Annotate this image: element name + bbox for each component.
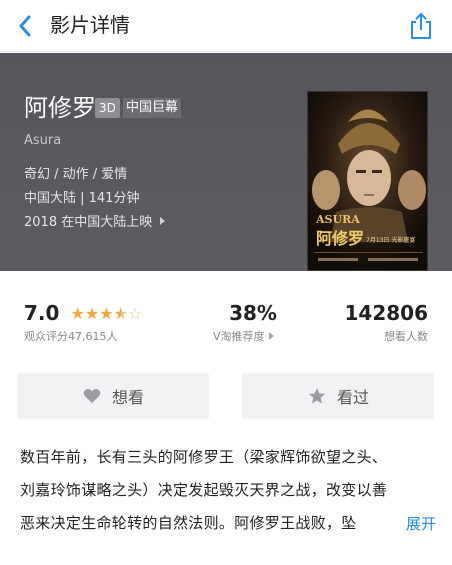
movie-header: 阿修罗 3D 中国巨幕 Asura 奇幻 / 动作 / 爱情 中国大陆 | 14… xyxy=(0,53,452,271)
want-to-watch-button[interactable]: 想看 xyxy=(17,373,209,419)
star-icon: ★ xyxy=(99,303,114,323)
want-button-label: 想看 xyxy=(111,388,144,407)
seen-button-label: 看过 xyxy=(336,388,369,407)
watched-button[interactable]: 看过 xyxy=(242,373,434,419)
star-empty-icon: ☆ xyxy=(127,303,143,323)
heart-icon xyxy=(82,386,102,406)
audience-score: 7.0 ★★★★☆ xyxy=(24,301,142,325)
recommend-link[interactable]: V淘推荐度 xyxy=(213,328,274,344)
poster-art: ASURA 阿修罗 7月13日 光影盛宴 xyxy=(308,92,427,270)
chevron-right-icon xyxy=(268,332,274,340)
score-count: 观众评分47,615人 xyxy=(24,330,118,343)
star-half-icon: ★ xyxy=(113,303,128,323)
movie-title: 阿修罗 xyxy=(24,94,96,122)
back-button[interactable] xyxy=(14,13,36,39)
nav-bar: 影片详情 xyxy=(0,0,452,52)
badge-imax: 中国巨幕 xyxy=(123,98,182,118)
poster-date: 7月13日 光影盛宴 xyxy=(366,236,415,244)
recommend-label: V淘推荐度 xyxy=(213,330,265,343)
synopsis-line: 数百年前，长有三头的阿修罗王（梁家辉饰欲望之头、 xyxy=(20,448,388,466)
movie-poster[interactable]: ASURA 阿修罗 7月13日 光影盛宴 xyxy=(307,91,428,271)
want-value: 142806 xyxy=(344,301,429,325)
recommend-value: 38% xyxy=(229,301,277,325)
chevron-left-icon xyxy=(19,15,31,37)
star-icon: ★ xyxy=(70,303,85,323)
share-icon xyxy=(411,12,431,39)
release-info[interactable]: 2018 在中国大陆上映 xyxy=(24,211,166,230)
poster-cn-title: 阿修罗 xyxy=(316,229,364,248)
poster-en-title: ASURA xyxy=(315,213,360,226)
page-title: 影片详情 xyxy=(50,13,130,37)
synopsis-line: 刘嘉玲饰谋略之头）决定发起毁灭天界之战，改变以善 xyxy=(20,481,388,499)
stats-row: 7.0 ★★★★☆ 观众评分47,615人 38% V淘推荐度 142806 想… xyxy=(0,290,452,356)
share-button[interactable] xyxy=(408,11,434,41)
want-label: 想看人数 xyxy=(384,330,428,343)
genres: 奇幻 / 动作 / 爱情 xyxy=(24,167,128,182)
star-icon: ★ xyxy=(84,303,100,323)
synopsis-line: 恶来决定生命轮转的自然法则。阿修罗王战败，坠 xyxy=(20,514,357,532)
synopsis: 数百年前，长有三头的阿修罗王（梁家辉饰欲望之头、 刘嘉玲饰谋略之头）决定发起毁灭… xyxy=(20,441,434,540)
star-icon xyxy=(307,386,327,406)
badge-3d: 3D xyxy=(95,98,120,118)
country-duration: 中国大陆 | 141分钟 xyxy=(24,191,140,206)
expand-link[interactable]: 展开 xyxy=(377,508,436,541)
star-rating: ★★★★☆ xyxy=(71,304,143,323)
chevron-right-icon xyxy=(160,216,166,225)
score-value: 7.0 xyxy=(24,301,60,325)
want-count: 142806 xyxy=(345,301,429,325)
release-text: 2018 在中国大陆上映 xyxy=(24,215,153,230)
recommend-score: 38% xyxy=(213,301,293,325)
english-title: Asura xyxy=(24,133,62,148)
